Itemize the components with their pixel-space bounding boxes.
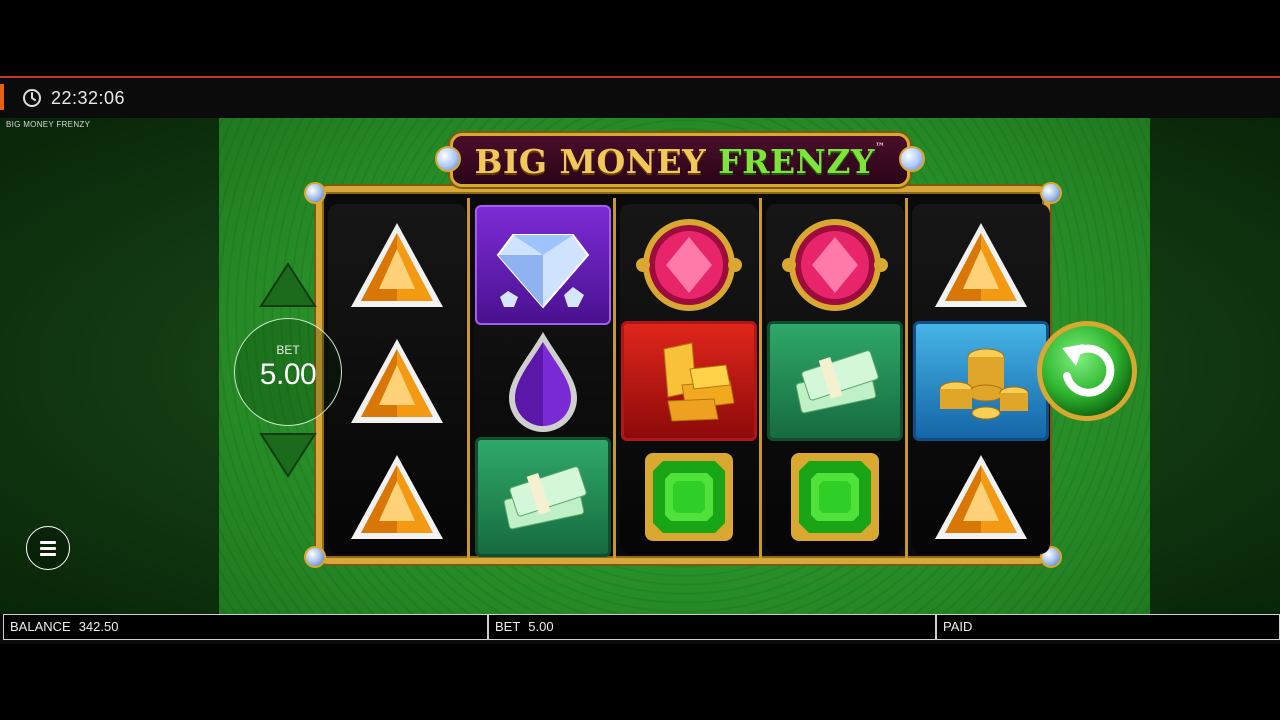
reel-3 xyxy=(620,204,758,554)
game-title: BIG MONEY FRENZY xyxy=(6,120,91,129)
menu-icon xyxy=(40,547,56,550)
reel-5 xyxy=(912,204,1050,554)
cash-stack-tile-symbol xyxy=(766,320,904,442)
reel-4 xyxy=(766,204,904,554)
reel-1 xyxy=(328,204,466,554)
status-accent xyxy=(0,84,4,110)
chevron-down-icon[interactable] xyxy=(258,432,318,478)
clock-time: 22:32:06 xyxy=(51,88,126,108)
reel-separator xyxy=(467,198,470,558)
balance-label: BALANCE xyxy=(10,619,71,634)
bottom-info-bar: BALANCE 342.50 BET 5.00 PAID xyxy=(0,614,1280,644)
bet-selector[interactable]: BET 5.00 xyxy=(234,318,342,426)
chevron-up-icon[interactable] xyxy=(258,262,318,308)
orange-triangle-gem-symbol xyxy=(328,204,466,326)
paid-box: PAID xyxy=(936,614,1280,640)
balance-value: 342.50 xyxy=(78,619,119,634)
bet-box: BET 5.00 xyxy=(488,614,936,640)
red-round-gem-symbol xyxy=(620,204,758,326)
logo-text-part2: FRENZY xyxy=(718,142,875,181)
spin-button[interactable] xyxy=(1034,318,1140,424)
clock-icon xyxy=(23,89,41,107)
logo-text-part1: BIG MONEY xyxy=(474,142,707,181)
bet-selector-label: BET xyxy=(276,343,300,357)
paid-label: PAID xyxy=(943,619,973,634)
gold-bars-tile-symbol xyxy=(620,320,758,442)
frame-gem-icon xyxy=(304,182,326,204)
green-square-gem-symbol xyxy=(620,436,758,558)
cash-stack-tile-symbol xyxy=(474,436,612,558)
green-square-gem-symbol xyxy=(766,436,904,558)
reel-separator xyxy=(905,198,908,558)
balance-box: BALANCE 342.50 xyxy=(3,614,488,640)
purple-drop-gem-symbol xyxy=(474,320,612,442)
logo-trademark: ™ xyxy=(874,142,886,153)
status-bar: 22:32:06 xyxy=(0,76,1280,118)
bet-selector-value: 5.00 xyxy=(259,358,317,391)
bet-info-label: BET xyxy=(495,619,521,634)
reel-separator xyxy=(613,198,616,558)
logo-text: BIG MONEY FRENZY™ xyxy=(453,142,907,181)
bet-info-value: 5.00 xyxy=(528,619,554,634)
orange-triangle-gem-symbol xyxy=(912,204,1050,326)
menu-icon xyxy=(40,553,56,556)
frame-gem-icon xyxy=(304,546,326,568)
diamond-tile-symbol xyxy=(474,204,612,326)
menu-icon xyxy=(40,541,56,544)
reels-frame xyxy=(304,182,1062,568)
game-logo: BIG MONEY FRENZY™ xyxy=(435,133,925,187)
gold-coins-tile-symbol xyxy=(912,320,1050,442)
reel-separator xyxy=(759,198,762,558)
red-round-gem-symbol xyxy=(766,204,904,326)
reel-2 xyxy=(474,204,612,557)
frame-gem-icon xyxy=(1040,182,1062,204)
orange-triangle-gem-symbol xyxy=(328,320,466,442)
orange-triangle-gem-symbol xyxy=(328,436,466,558)
menu-button[interactable] xyxy=(26,526,70,570)
orange-triangle-gem-symbol xyxy=(912,436,1050,558)
